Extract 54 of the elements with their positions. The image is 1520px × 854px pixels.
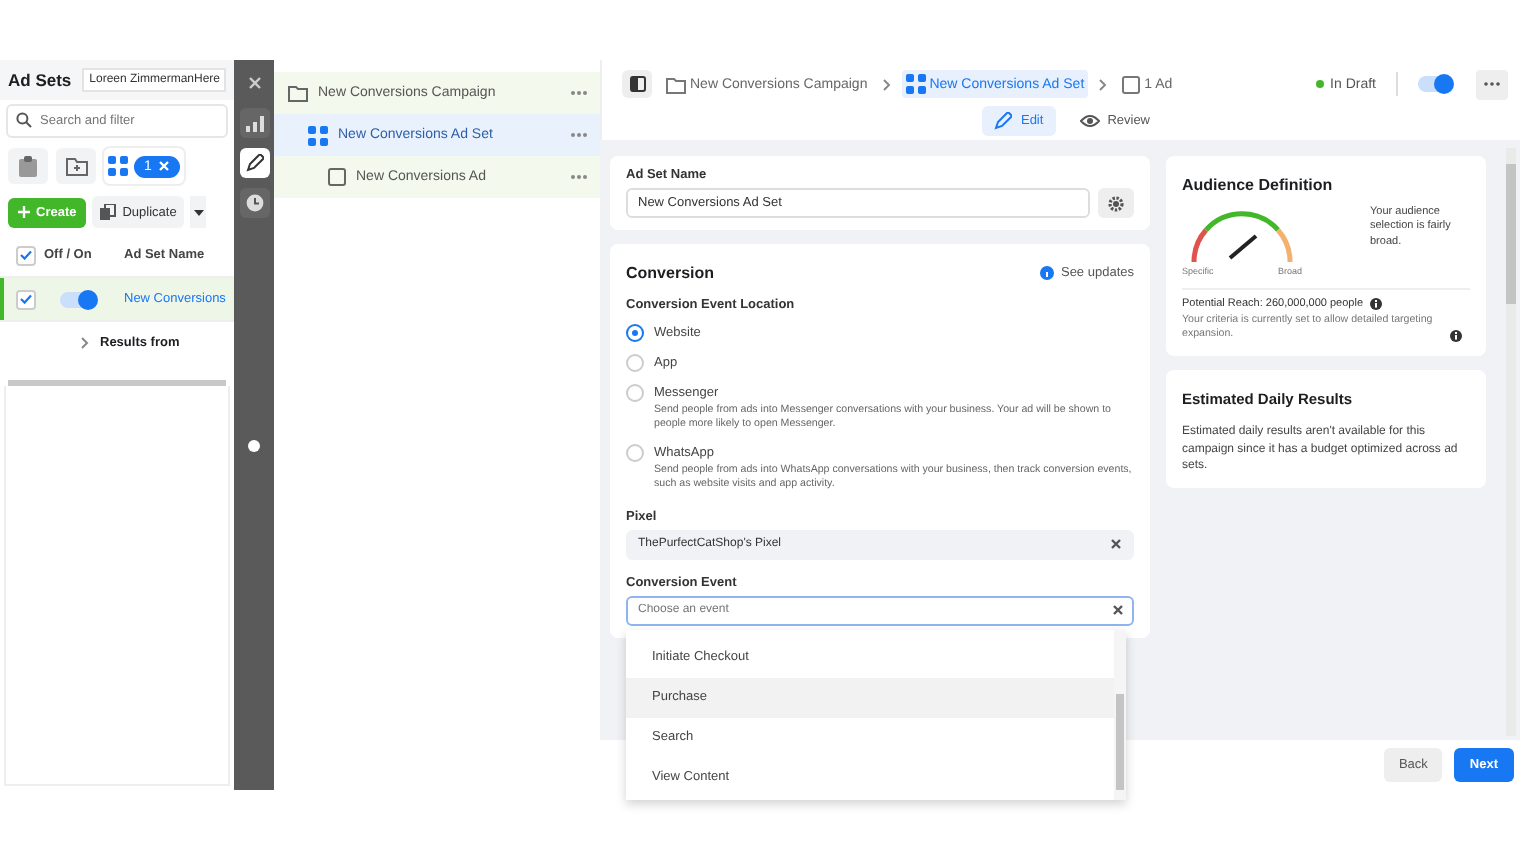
toggle-switch[interactable] (1418, 76, 1450, 92)
radio-button[interactable] (626, 444, 644, 463)
pencil-icon (994, 112, 1013, 130)
pencil-icon (245, 154, 263, 172)
caret-icon (193, 209, 204, 215)
grid-icon (905, 74, 926, 94)
checkbox[interactable] (16, 289, 36, 309)
handle-dot[interactable] (248, 440, 260, 452)
checkbox[interactable] (16, 245, 36, 265)
status-dot (1316, 80, 1325, 88)
view-tab[interactable] (56, 148, 96, 184)
close-icon (1110, 538, 1122, 551)
folder-icon (65, 156, 87, 176)
search-icon (16, 112, 32, 128)
radio-button[interactable] (626, 354, 644, 372)
card-title: Audience Definition (1182, 176, 1335, 194)
copy-icon (100, 204, 117, 220)
more-button[interactable] (1476, 69, 1508, 99)
square-icon (1122, 75, 1141, 93)
more-icon (570, 132, 588, 138)
info-icon (1040, 266, 1055, 280)
chevron-icon (1098, 77, 1109, 91)
close-icon (1112, 604, 1124, 617)
close-icon (247, 76, 261, 90)
radio-button[interactable] (626, 384, 644, 402)
clipboard-icon (18, 155, 38, 177)
clock-icon (245, 194, 263, 212)
more-icon (570, 90, 588, 96)
panel-title: Ad Sets (8, 70, 72, 90)
eye-icon (1079, 114, 1100, 128)
panel-icon (629, 76, 645, 92)
info-icon (1450, 329, 1462, 342)
chart-icon (245, 115, 263, 131)
more-icon (570, 174, 588, 180)
grid-icon (308, 125, 328, 145)
view-tab[interactable] (8, 148, 48, 184)
settings-icon (1108, 195, 1124, 211)
folder-icon (666, 75, 686, 93)
close-icon (157, 160, 170, 172)
check-icon (20, 294, 32, 304)
panel-toggle-button[interactable] (622, 70, 652, 98)
grid-icon (108, 156, 128, 176)
toggle-switch[interactable] (60, 291, 96, 307)
folder-icon (288, 84, 308, 102)
chevron-icon (80, 336, 90, 350)
dropdown-button[interactable] (190, 196, 207, 228)
square-icon (328, 168, 346, 186)
plus-icon (18, 206, 30, 218)
check-icon (20, 250, 32, 260)
settings-button[interactable] (1098, 188, 1134, 218)
section-title: Conversion (626, 264, 717, 282)
chevron-icon (881, 77, 892, 91)
info-icon (1369, 298, 1382, 310)
tool-button[interactable] (239, 148, 269, 178)
